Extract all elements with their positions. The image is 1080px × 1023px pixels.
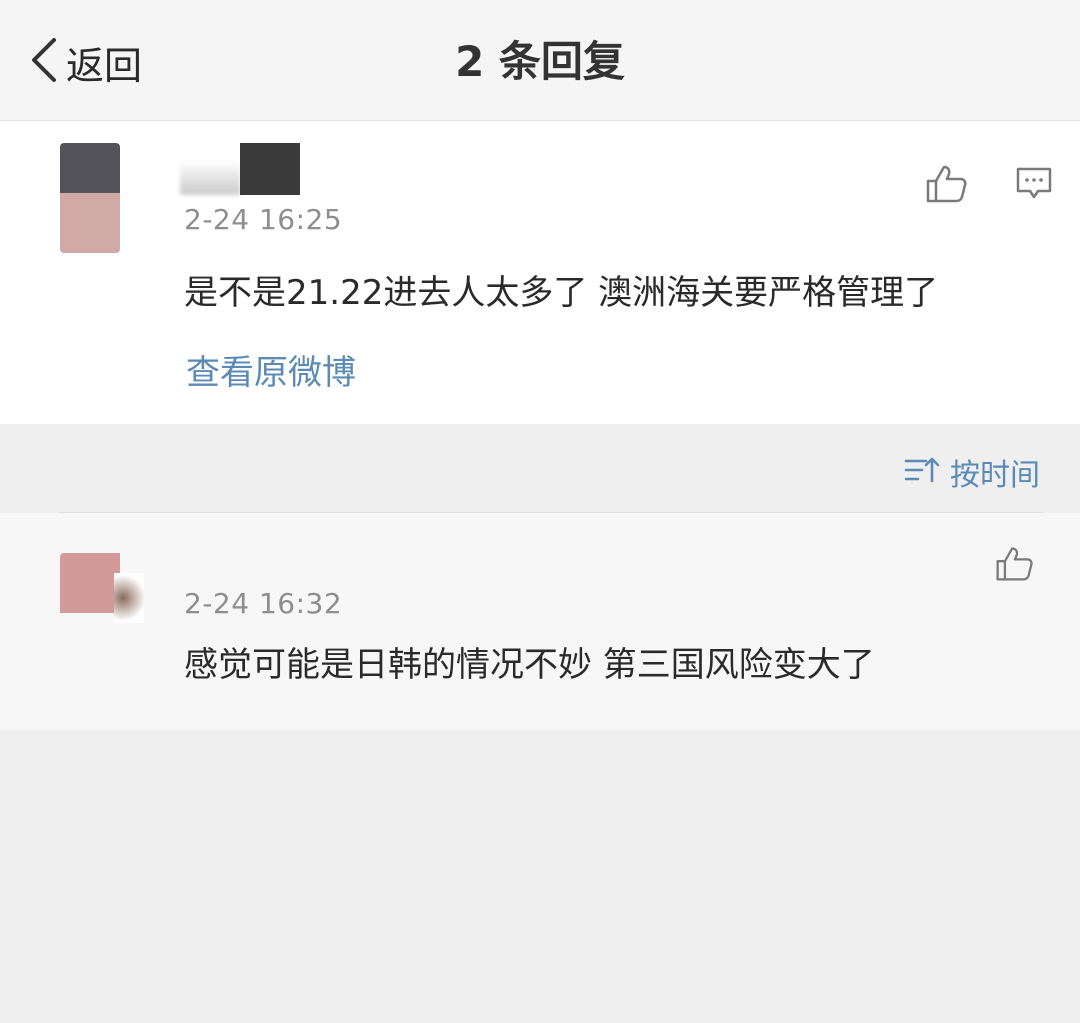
sort-row: 按时间 (0, 424, 1080, 512)
comment-timestamp: 2-24 16:25 (184, 203, 343, 236)
sort-by-time-button[interactable]: 按时间 (904, 450, 1040, 494)
comment-icon[interactable] (1014, 163, 1054, 203)
comment-text: 是不是21.22进去人太多了 澳洲海关要严格管理了 (184, 273, 939, 313)
sort-label: 按时间 (950, 458, 1040, 493)
username-redacted (180, 141, 420, 197)
avatar[interactable] (60, 553, 150, 625)
top-nav-bar: 返回 2 条回复 (0, 0, 1080, 121)
main-comment: 2-24 16:25 是不是21.22进去人太多了 澳洲海关要严格管理了 查看原… (0, 121, 1080, 424)
view-original-weibo-link[interactable]: 查看原微博 (186, 345, 356, 394)
reply-timestamp: 2-24 16:32 (184, 587, 343, 620)
thumbs-up-icon[interactable] (924, 161, 968, 205)
empty-area (0, 730, 1080, 1023)
reply-item: 2-24 16:32 感觉可能是日韩的情况不妙 第三国风险变大了 (0, 513, 1080, 730)
thumbs-up-icon[interactable] (994, 543, 1034, 583)
page-title: 2 条回复 (455, 37, 625, 86)
avatar[interactable] (60, 143, 120, 253)
sort-icon (904, 455, 940, 489)
reply-text: 感觉可能是日韩的情况不妙 第三国风险变大了 (184, 645, 875, 685)
